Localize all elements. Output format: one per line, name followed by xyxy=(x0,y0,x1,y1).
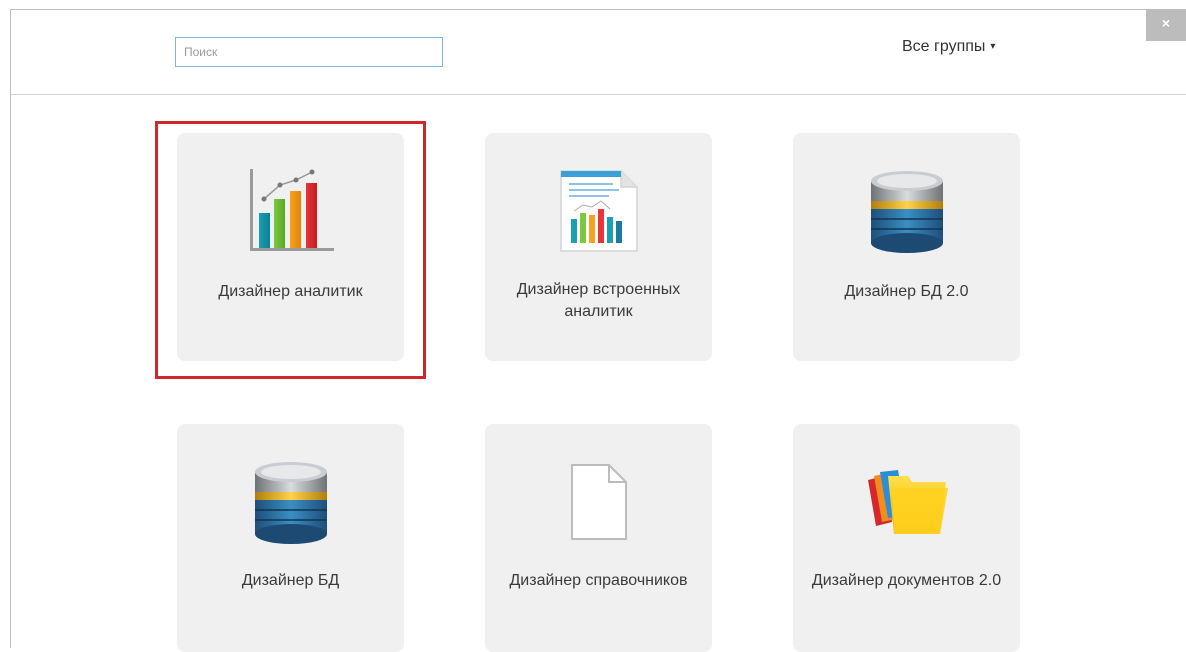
chevron-down-icon: ▾ xyxy=(990,41,996,52)
close-icon: × xyxy=(1161,15,1171,31)
groups-dropdown-label: Все группы xyxy=(902,38,986,55)
search-input[interactable] xyxy=(175,37,443,67)
tile-documents-designer-2[interactable]: Дизайнер документов 2.0 xyxy=(793,424,1020,652)
tile-db-designer-2[interactable]: Дизайнер БД 2.0 xyxy=(793,133,1020,361)
tile-reference-designer[interactable]: Дизайнер справочников xyxy=(485,424,712,652)
database-icon xyxy=(254,462,327,544)
tile-label: Дизайнер БД 2.0 xyxy=(844,283,969,300)
tile-label: Дизайнер аналитик xyxy=(218,283,363,300)
folders-icon xyxy=(867,470,948,534)
tile-db-designer[interactable]: Дизайнер БД xyxy=(177,424,404,652)
bar-chart-icon xyxy=(249,169,334,251)
tile-label: Дизайнер БД xyxy=(241,572,340,589)
groups-dropdown[interactable]: Все группы ▾ xyxy=(902,38,995,56)
tile-label: Дизайнер встроенных аналитик xyxy=(516,281,681,320)
chart-document-icon xyxy=(559,170,638,252)
tile-label: Дизайнер документов 2.0 xyxy=(811,572,1002,589)
close-button[interactable]: × xyxy=(1146,9,1186,41)
tile-embedded-analytics-designer[interactable]: Дизайнер встроенных аналитик xyxy=(485,133,712,361)
database-icon xyxy=(870,171,943,253)
tile-label: Дизайнер справочников xyxy=(509,572,688,589)
blank-document-icon xyxy=(570,464,627,540)
tile-analytics-designer[interactable]: Дизайнер аналитик xyxy=(177,133,404,361)
